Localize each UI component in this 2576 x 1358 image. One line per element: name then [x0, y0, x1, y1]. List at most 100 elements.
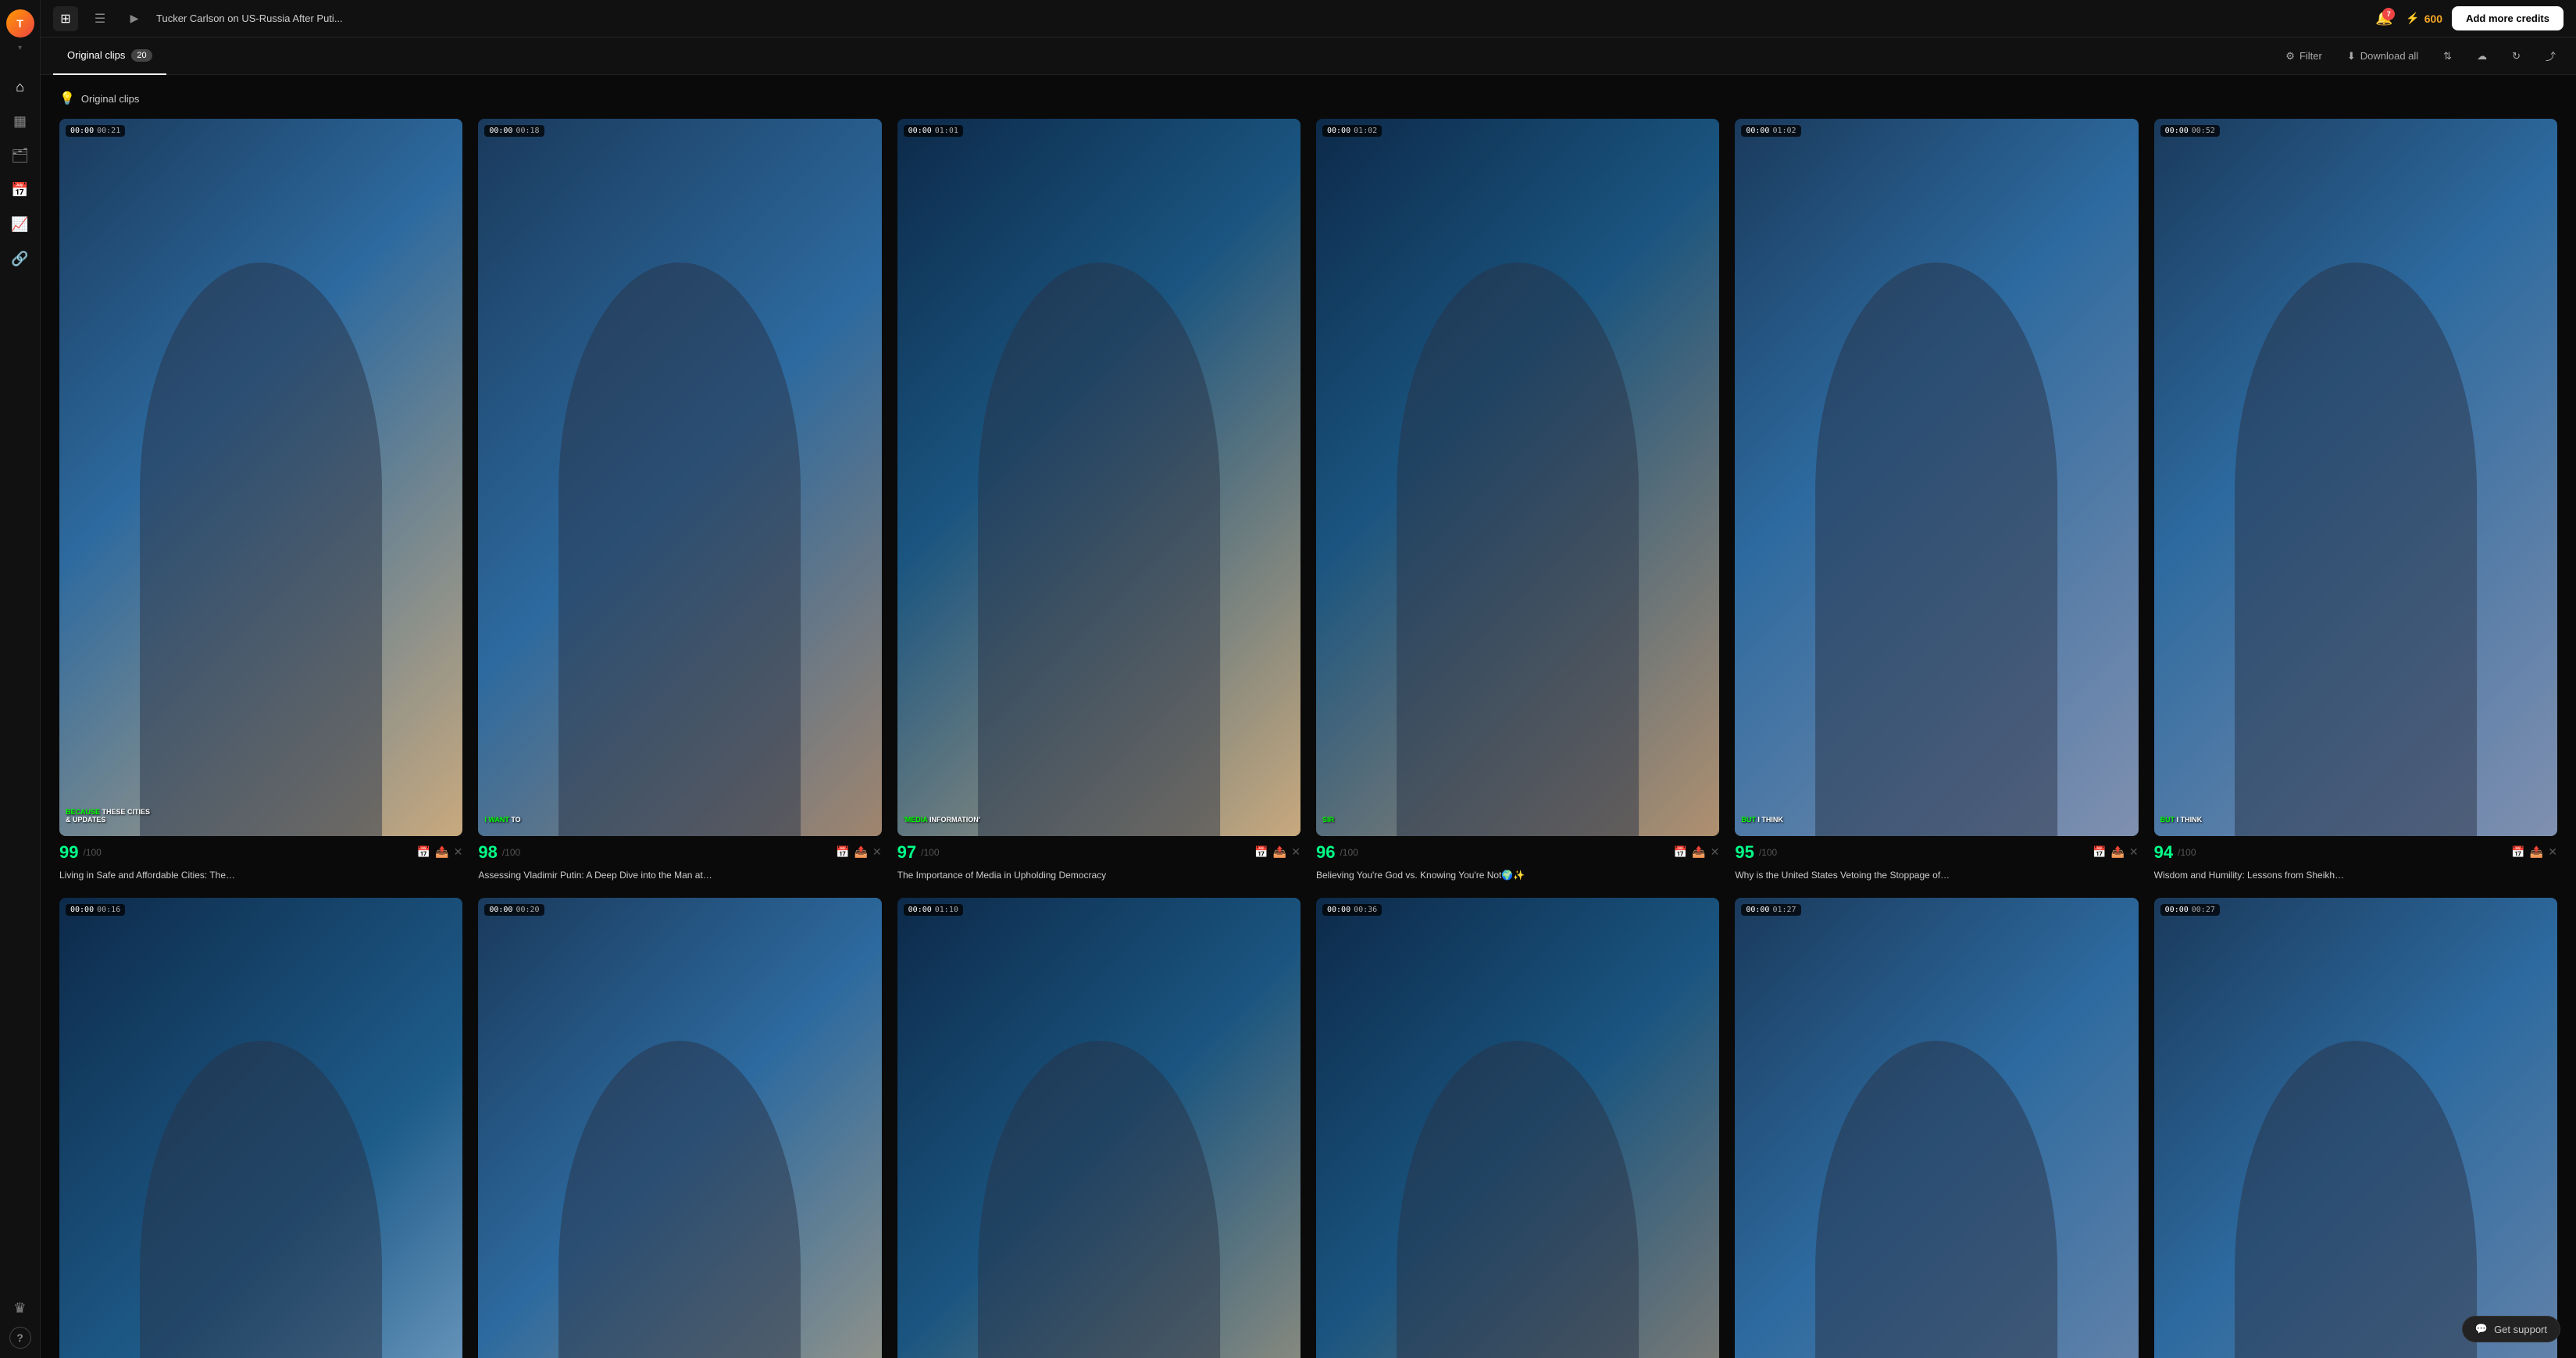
clip-card-2[interactable]: 00:00 01:01 'MEDIA INFORMATION' 97/100 📅…	[897, 119, 1300, 882]
section-icon: 💡	[59, 91, 75, 106]
clip-score-3: 96	[1316, 842, 1335, 863]
sidebar-item-dashboard[interactable]: ▦	[5, 105, 36, 137]
section-header: 💡 Original clips	[59, 91, 2557, 106]
clip-score-max-0: /100	[83, 847, 101, 858]
clip-thumbnail-11[interactable]: 00:00 00:27 YOU WILL GET	[2154, 898, 2557, 1358]
tab-original-clips[interactable]: Original clips 20	[53, 38, 166, 75]
clip-meta-0: 99/100 📅 📤 ✕	[59, 842, 462, 863]
delete-icon-0[interactable]: ✕	[454, 845, 463, 859]
sidebar: T ▾ ⌂ ▦ 🗂 📅 📈 🔗 ♛ ?	[0, 0, 41, 1358]
upload-icon-5[interactable]: 📤	[2530, 845, 2543, 859]
meta-icons-4: 📅 📤 ✕	[2093, 845, 2139, 859]
video-title: Tucker Carlson on US-Russia After Puti..…	[156, 13, 2362, 24]
clip-score-0: 99	[59, 842, 78, 863]
delete-icon-3[interactable]: ✕	[1711, 845, 1720, 859]
calendar-icon-1[interactable]: 📅	[836, 845, 849, 859]
clip-card-5[interactable]: 00:00 00:52 BUT I THINK 94/100 📅 📤 ✕ Wis…	[2154, 119, 2557, 882]
clip-card-6[interactable]: 00:00 00:16 AND SO ACTUALLY 93/100 📅 📤 ✕…	[59, 898, 462, 1358]
clip-card-4[interactable]: 00:00 01:02 BUT I THINK 95/100 📅 📤 ✕ Why…	[1735, 119, 2138, 882]
clip-thumbnail-9[interactable]: 00:00 00:36 AND THEY KNOW NOTHING	[1316, 898, 1719, 1358]
upload-icon-4[interactable]: 📤	[2110, 845, 2124, 859]
share-button[interactable]: ⤴	[2538, 44, 2564, 68]
get-support-button[interactable]: 💬 Get support	[2462, 1316, 2560, 1342]
clip-title-5: Wisdom and Humility: Lessons from Sheikh…	[2154, 869, 2557, 882]
timecode-total: 00:20	[516, 906, 539, 914]
calendar-icon-0[interactable]: 📅	[417, 845, 430, 859]
calendar-icon-2[interactable]: 📅	[1254, 845, 1268, 859]
clip-card-10[interactable]: 00:00 01:27 NOW 89/100 📅 📤 ✕ Leadership …	[1735, 898, 2138, 1358]
person-silhouette	[1816, 263, 2058, 836]
avatar-chevron-icon[interactable]: ▾	[18, 44, 22, 52]
upload-icon-1[interactable]: 📤	[854, 845, 867, 859]
clip-thumbnail-0[interactable]: 00:00 00:21 BECAUSE THESE CITIES & UPDAT…	[59, 119, 462, 836]
refresh-button[interactable]: ☁	[2469, 45, 2495, 67]
clip-card-9[interactable]: 00:00 00:36 AND THEY KNOW NOTHING 90/100…	[1316, 898, 1719, 1358]
timecode-current: 00:00	[70, 127, 94, 135]
sidebar-item-chart[interactable]: 📈	[5, 209, 36, 240]
timecode-total: 00:52	[2192, 127, 2215, 135]
delete-icon-4[interactable]: ✕	[2129, 845, 2139, 859]
clip-thumbnail-4[interactable]: 00:00 01:02 BUT I THINK	[1735, 119, 2138, 836]
clip-thumbnail-7[interactable]: 00:00 00:20 THE PURPOSE OF DIPLOMACY IS	[478, 898, 881, 1358]
notifications-button[interactable]: 🔔 7	[2371, 6, 2396, 31]
clip-thumbnail-1[interactable]: 00:00 00:18 I WANT TO	[478, 119, 881, 836]
download-all-button[interactable]: ⬇ Download all	[2339, 45, 2426, 67]
sidebar-item-home[interactable]: ⌂	[5, 71, 36, 102]
section-title: Original clips	[81, 93, 139, 105]
clip-thumbnail-6[interactable]: 00:00 00:16 AND SO ACTUALLY	[59, 898, 462, 1358]
clip-card-1[interactable]: 00:00 00:18 I WANT TO 98/100 📅 📤 ✕ Asses…	[478, 119, 881, 882]
calendar-icon-5[interactable]: 📅	[2511, 845, 2524, 859]
delete-icon-1[interactable]: ✕	[872, 845, 882, 859]
video-icon[interactable]: ▶	[122, 6, 147, 31]
support-icon: 💬	[2475, 1323, 2488, 1335]
delete-icon-2[interactable]: ✕	[1291, 845, 1300, 859]
clip-card-8[interactable]: 00:00 01:10 BUT THERE ARE 91/100 📅 📤 ✕ B…	[897, 898, 1300, 1358]
clip-timecode-7: 00:00 00:20	[484, 904, 544, 916]
clips-grid: 00:00 00:21 BECAUSE THESE CITIES & UPDAT…	[59, 119, 2557, 1358]
clip-thumbnail-8[interactable]: 00:00 01:10 BUT THERE ARE	[897, 898, 1300, 1358]
delete-icon-5[interactable]: ✕	[2548, 845, 2557, 859]
clip-meta-2: 97/100 📅 📤 ✕	[897, 842, 1300, 863]
tab-original-clips-label: Original clips	[67, 49, 125, 61]
calendar-icon-4[interactable]: 📅	[2093, 845, 2106, 859]
list-view-icon[interactable]: ☰	[87, 6, 112, 31]
calendar-icon-3[interactable]: 📅	[1674, 845, 1687, 859]
sidebar-item-calendar[interactable]: 📅	[5, 174, 36, 205]
person-silhouette	[140, 1041, 382, 1358]
clip-timecode-2: 00:00 01:01	[904, 125, 963, 137]
clip-score-max-3: /100	[1340, 847, 1358, 858]
clip-meta-4: 95/100 📅 📤 ✕	[1735, 842, 2138, 863]
timecode-total: 00:16	[97, 906, 120, 914]
sidebar-item-link[interactable]: 🔗	[5, 243, 36, 274]
filter-button[interactable]: ⚙ Filter	[2278, 45, 2330, 67]
add-credits-button[interactable]: Add more credits	[2452, 6, 2564, 30]
clip-timecode-1: 00:00 00:18	[484, 125, 544, 137]
person-silhouette	[2235, 263, 2477, 836]
timecode-total: 00:21	[97, 127, 120, 135]
clip-card-11[interactable]: 00:00 00:27 YOU WILL GET 88/100 📅 📤 ✕ Th…	[2154, 898, 2557, 1358]
upload-icon-0[interactable]: 📤	[435, 845, 448, 859]
clip-thumbnail-10[interactable]: 00:00 01:27 NOW	[1735, 898, 2138, 1358]
clip-timecode-6: 00:00 00:16	[66, 904, 125, 916]
upload-icon-2[interactable]: 📤	[1273, 845, 1286, 859]
clip-card-0[interactable]: 00:00 00:21 BECAUSE THESE CITIES & UPDAT…	[59, 119, 462, 882]
main-area: ⊞ ☰ ▶ Tucker Carlson on US-Russia After …	[41, 0, 2576, 1358]
clip-thumbnail-3[interactable]: 00:00 01:02 SIR	[1316, 119, 1719, 836]
sidebar-item-help[interactable]: ?	[9, 1327, 31, 1349]
sync-button[interactable]: ↻	[2504, 45, 2528, 67]
person-silhouette	[1397, 1041, 1639, 1358]
timecode-current: 00:00	[908, 127, 932, 135]
clip-card-7[interactable]: 00:00 00:20 THE PURPOSE OF DIPLOMACY IS …	[478, 898, 881, 1358]
sidebar-item-folder[interactable]: 🗂	[5, 140, 36, 171]
meta-icons-3: 📅 📤 ✕	[1674, 845, 1720, 859]
clip-timecode-0: 00:00 00:21	[66, 125, 125, 137]
sort-button[interactable]: ⇅	[2435, 45, 2460, 67]
upload-icon-3[interactable]: 📤	[1692, 845, 1705, 859]
grid-view-icon[interactable]: ⊞	[53, 6, 78, 31]
avatar[interactable]: T	[6, 9, 34, 38]
clip-meta-5: 94/100 📅 📤 ✕	[2154, 842, 2557, 863]
sidebar-item-crown[interactable]: ♛	[5, 1292, 36, 1324]
clip-thumbnail-2[interactable]: 00:00 01:01 'MEDIA INFORMATION'	[897, 119, 1300, 836]
clip-thumbnail-5[interactable]: 00:00 00:52 BUT I THINK	[2154, 119, 2557, 836]
clip-card-3[interactable]: 00:00 01:02 SIR 96/100 📅 📤 ✕ Believing Y…	[1316, 119, 1719, 882]
